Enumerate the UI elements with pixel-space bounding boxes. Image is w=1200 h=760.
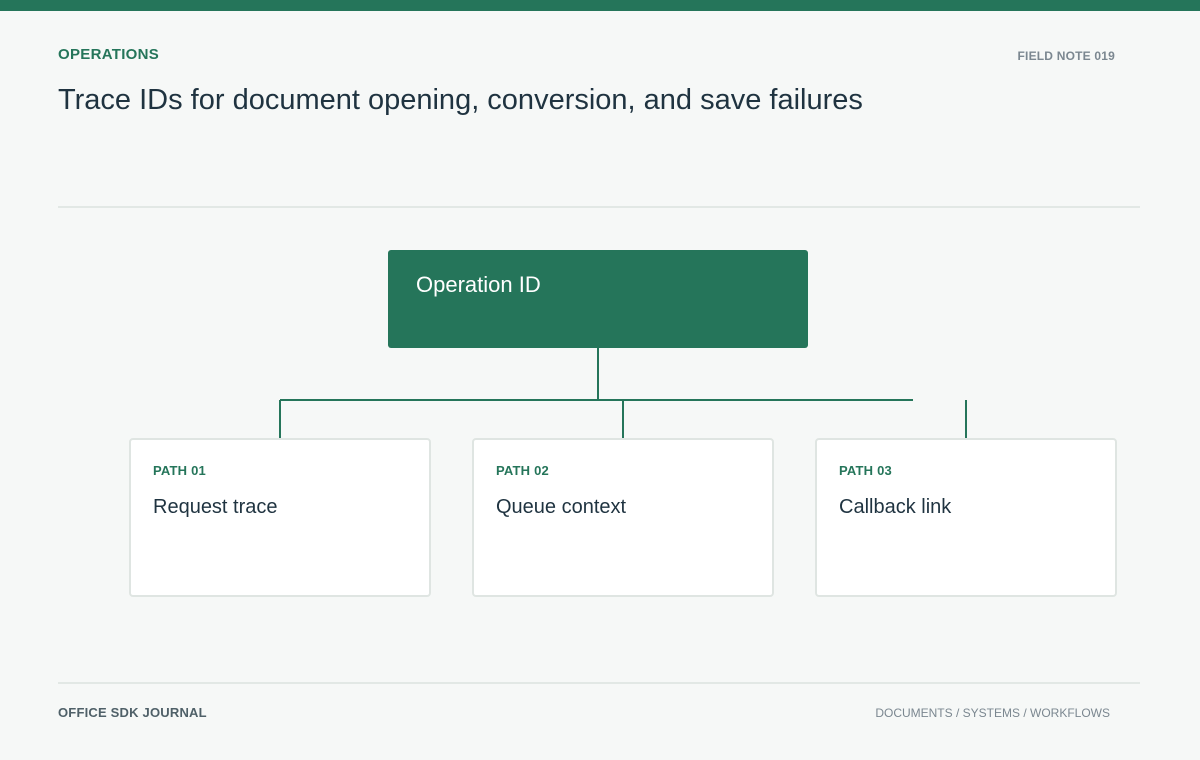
footer-categories: DOCUMENTS / SYSTEMS / WORKFLOWS (875, 706, 1110, 720)
top-accent-bar (0, 0, 1200, 11)
journal-name: OFFICE SDK JOURNAL (58, 705, 207, 720)
path-card-request-trace: PATH 01 Request trace (129, 438, 431, 597)
path-title: Queue context (496, 496, 627, 518)
operation-id-node: Operation ID (388, 250, 808, 348)
path-title: Request trace (153, 496, 278, 518)
page-title: Trace IDs for document opening, conversi… (58, 84, 863, 116)
footer-divider (58, 682, 1140, 684)
field-note-label: FIELD NOTE 019 (1017, 49, 1115, 63)
path-number-label: PATH 02 (496, 463, 549, 478)
path-number-label: PATH 01 (153, 463, 206, 478)
path-number-label: PATH 03 (839, 463, 892, 478)
section-label: OPERATIONS (58, 46, 160, 63)
operation-id-label: Operation ID (416, 272, 541, 297)
path-title: Callback link (839, 496, 952, 518)
header-divider (58, 206, 1140, 208)
path-card-callback-link: PATH 03 Callback link (815, 438, 1117, 597)
path-card-queue-context: PATH 02 Queue context (472, 438, 774, 597)
